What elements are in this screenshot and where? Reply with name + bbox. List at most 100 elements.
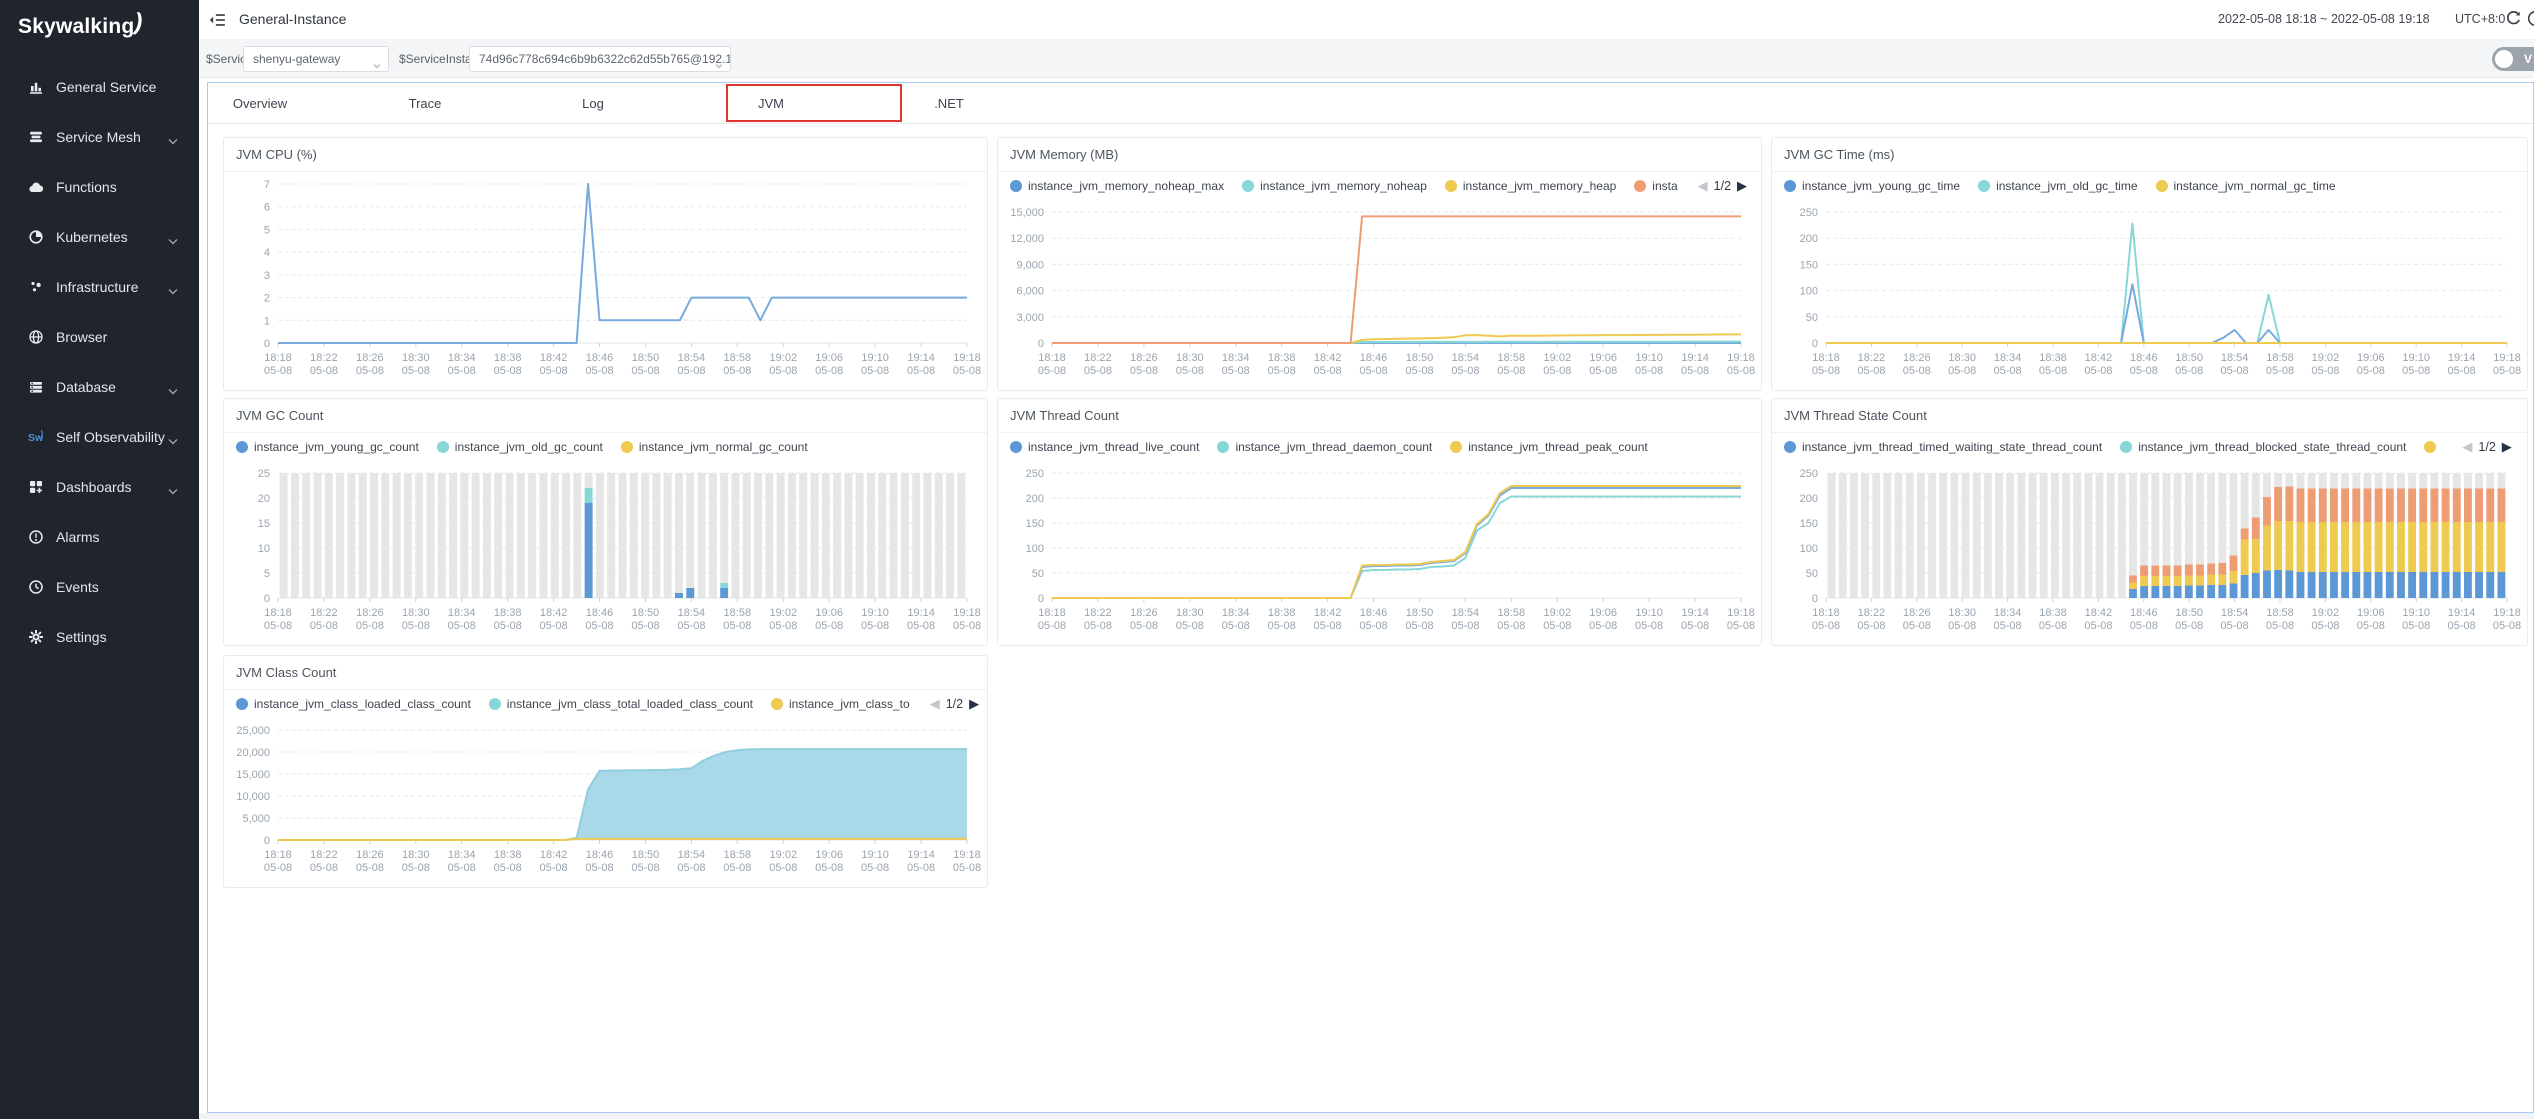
svg-text:0: 0 — [264, 593, 270, 605]
svg-text:200: 200 — [1800, 233, 1818, 245]
dashboards-icon — [28, 479, 44, 495]
svg-text:250: 250 — [1800, 207, 1818, 219]
svg-text:19:0605-08: 19:0605-08 — [2357, 352, 2385, 377]
legend-prev-icon[interactable]: ◀ — [930, 696, 940, 712]
legend-item-instance-jvm-normal-gc-time[interactable]: instance_jvm_normal_gc_time — [2156, 179, 2336, 193]
chart-canvas[interactable]: 05,00010,00015,00020,00025,00018:1805-08… — [224, 718, 987, 886]
sidebar-item-kubernetes[interactable]: Kubernetes — [0, 220, 199, 256]
menu-fold-icon[interactable] — [208, 11, 226, 29]
sidebar-item-functions[interactable]: Functions — [0, 170, 199, 206]
svg-text:19:0205-08: 19:0205-08 — [1543, 352, 1571, 377]
legend-item-instance-jvm-old-gc-count[interactable]: instance_jvm_old_gc_count — [437, 440, 603, 454]
chart-canvas[interactable]: 0123456718:1805-0818:2205-0818:2605-0818… — [224, 172, 987, 389]
legend-item-unlabeled[interactable] — [2424, 441, 2442, 453]
legend-item-instance-jvm-thread-blocked-state-thread-count[interactable]: instance_jvm_thread_blocked_state_thread… — [2120, 440, 2406, 454]
page-bottom-strip — [199, 1113, 2534, 1119]
svg-text:18:2605-08: 18:2605-08 — [1130, 352, 1158, 377]
chart-canvas[interactable]: 03,0006,0009,00012,00015,00018:1805-0818… — [998, 200, 1761, 389]
sidebar-item-label: Functions — [56, 179, 117, 195]
legend-next-icon[interactable]: ▶ — [2502, 439, 2512, 455]
legend-item-instance-jvm-normal-gc-count[interactable]: instance_jvm_normal_gc_count — [621, 440, 808, 454]
chevron-down-icon — [372, 55, 382, 72]
sidebar-item-browser[interactable]: Browser — [0, 320, 199, 356]
instance-select[interactable]: 74d96c778c694c6b9b6322c62d55b765@192.168 — [469, 46, 731, 72]
svg-text:19:0605-08: 19:0605-08 — [815, 607, 843, 632]
chart-plot-jvm-memory[interactable]: 03,0006,0009,00012,00015,00018:1805-0818… — [998, 200, 1761, 394]
edit-mode-toggle[interactable]: V — [2492, 47, 2534, 71]
svg-text:10,000: 10,000 — [236, 791, 270, 803]
svg-text:19:1005-08: 19:1005-08 — [2402, 352, 2430, 377]
chart-plot-jvm-gc-time[interactable]: 05010015020025018:1805-0818:2205-0818:26… — [1772, 200, 2527, 394]
chart-plot-jvm-thread-count[interactable]: 05010015020025018:1805-0818:2205-0818:26… — [998, 461, 1761, 649]
chart-plot-jvm-class-count[interactable]: 05,00010,00015,00020,00025,00018:1805-08… — [224, 718, 987, 891]
legend-item-instance-jvm-class-to[interactable]: instance_jvm_class_to — [771, 697, 910, 711]
timezone-label[interactable]: UTC+8:0 — [2455, 12, 2505, 26]
legend-item-instance-jvm-thread-timed-waiting-state-thread-count[interactable]: instance_jvm_thread_timed_waiting_state_… — [1784, 440, 2102, 454]
svg-text:12,000: 12,000 — [1010, 233, 1044, 245]
legend-next-icon[interactable]: ▶ — [969, 696, 979, 712]
legend-item-instance-jvm-old-gc-time[interactable]: instance_jvm_old_gc_time — [1978, 179, 2137, 193]
chart-plot-jvm-gc-count[interactable]: 051015202518:1805-0818:2205-0818:2605-08… — [224, 461, 987, 649]
chart-plot-jvm-thread-state-count[interactable]: 05010015020025018:1805-0818:2205-0818:26… — [1772, 461, 2527, 649]
variables-toolbar: $Service shenyu-gateway $ServiceInstance… — [199, 40, 2534, 78]
chart-legend: instance_jvm_memory_noheap_max instance_j… — [998, 172, 1761, 200]
sidebar-item-dashboards[interactable]: Dashboards — [0, 470, 199, 506]
legend-item-instance-jvm-thread-live-count[interactable]: instance_jvm_thread_live_count — [1010, 440, 1199, 454]
chart-canvas[interactable]: 05010015020025018:1805-0818:2205-0818:26… — [1772, 200, 2527, 389]
sidebar-item-service-mesh[interactable]: Service Mesh — [0, 120, 199, 156]
sidebar-item-events[interactable]: Events — [0, 570, 199, 606]
svg-text:18:5805-08: 18:5805-08 — [723, 849, 751, 874]
clock-icon[interactable] — [2527, 10, 2534, 27]
chart-panel-jvm-thread-count: JVM Thread Count instance_jvm_thread_live… — [997, 398, 1762, 646]
sidebar-item-settings[interactable]: Settings — [0, 620, 199, 656]
svg-text:2: 2 — [264, 293, 270, 305]
legend-item-instance-jvm-memory-heap[interactable]: instance_jvm_memory_heap — [1445, 179, 1616, 193]
legend-item-instance-jvm-thread-daemon-count[interactable]: instance_jvm_thread_daemon_count — [1217, 440, 1432, 454]
chart-title-jvm-thread-count: JVM Thread Count — [998, 399, 1761, 433]
svg-text:18:1805-08: 18:1805-08 — [264, 352, 292, 377]
legend-item-instance-jvm-class-total-loaded-class-count[interactable]: instance_jvm_class_total_loaded_class_co… — [489, 697, 753, 711]
sidebar-item-general-service[interactable]: General Service — [0, 70, 199, 106]
chevron-down-icon — [168, 233, 178, 251]
chart-plot-jvm-cpu[interactable]: 0123456718:1805-0818:2205-0818:2605-0818… — [224, 172, 987, 394]
svg-text:18:3005-08: 18:3005-08 — [402, 849, 430, 874]
legend-item-instance-jvm-class-loaded-class-count[interactable]: instance_jvm_class_loaded_class_count — [236, 697, 471, 711]
svg-text:18:5005-08: 18:5005-08 — [631, 607, 659, 632]
legend-item-insta[interactable]: insta — [1634, 179, 1677, 193]
chart-canvas[interactable]: 05010015020025018:1805-0818:2205-0818:26… — [998, 461, 1761, 644]
svg-text:18:5405-08: 18:5405-08 — [677, 352, 705, 377]
tab-overview[interactable]: Overview — [200, 84, 320, 124]
sidebar-item-infrastructure[interactable]: Infrastructure — [0, 270, 199, 306]
legend-item-instance-jvm-memory-noheap-max[interactable]: instance_jvm_memory_noheap_max — [1010, 179, 1224, 193]
svg-text:19:1005-08: 19:1005-08 — [2402, 607, 2430, 632]
svg-text:19:1805-08: 19:1805-08 — [1727, 352, 1755, 377]
sidebar-item-self-observability[interactable]: Sw)Self Observability — [0, 420, 199, 456]
legend-dot-icon — [771, 698, 783, 710]
sidebar-item-alarms[interactable]: Alarms — [0, 520, 199, 556]
legend-prev-icon[interactable]: ◀ — [2462, 439, 2472, 455]
sidebar-item-database[interactable]: Database — [0, 370, 199, 406]
legend-item-instance-jvm-memory-noheap[interactable]: instance_jvm_memory_noheap — [1242, 179, 1427, 193]
legend-item-instance-jvm-young-gc-count[interactable]: instance_jvm_young_gc_count — [236, 440, 419, 454]
chart-title-jvm-gc-time: JVM GC Time (ms) — [1772, 138, 2527, 172]
tab-net[interactable]: .NET — [889, 84, 1009, 124]
svg-text:19:1405-08: 19:1405-08 — [2448, 352, 2476, 377]
svg-text:19:1405-08: 19:1405-08 — [2448, 607, 2476, 632]
service-select[interactable]: shenyu-gateway — [243, 46, 389, 72]
refresh-icon[interactable] — [2505, 10, 2522, 27]
chart-canvas[interactable]: 05010015020025018:1805-0818:2205-0818:26… — [1772, 461, 2527, 644]
time-range[interactable]: 2022-05-08 18:18 ~ 2022-05-08 19:18 — [2218, 12, 2430, 26]
chart-canvas[interactable]: 051015202518:1805-0818:2205-0818:2605-08… — [224, 461, 987, 644]
svg-text:19:0205-08: 19:0205-08 — [2311, 607, 2339, 632]
toggle-knob — [2495, 50, 2513, 68]
legend-item-instance-jvm-thread-peak-count[interactable]: instance_jvm_thread_peak_count — [1450, 440, 1647, 454]
legend-prev-icon[interactable]: ◀ — [1698, 178, 1708, 194]
legend-next-icon[interactable]: ▶ — [1737, 178, 1747, 194]
sw-icon: Sw) — [28, 429, 44, 445]
svg-text:50: 50 — [1806, 568, 1818, 580]
svg-text:18:4605-08: 18:4605-08 — [2130, 352, 2158, 377]
skywalking-logo[interactable]: Skywalking) — [18, 12, 143, 40]
tab-trace[interactable]: Trace — [365, 84, 485, 124]
tab-log[interactable]: Log — [533, 84, 653, 124]
legend-item-instance-jvm-young-gc-time[interactable]: instance_jvm_young_gc_time — [1784, 179, 1960, 193]
